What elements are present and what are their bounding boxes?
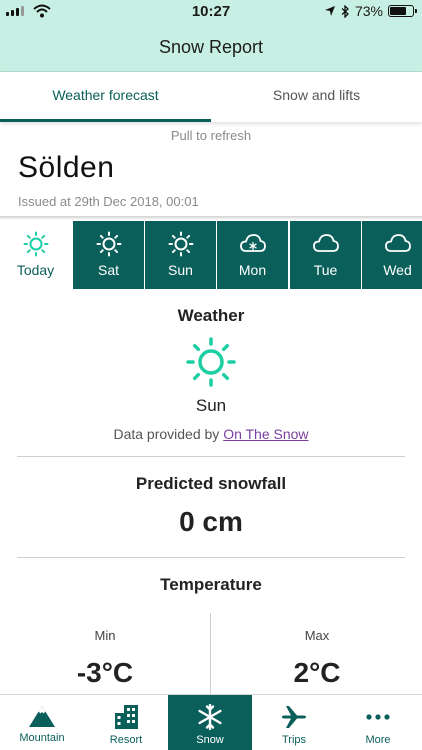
weather-condition: Sun xyxy=(195,396,227,415)
bottom-tab-label: Trips xyxy=(281,734,307,746)
bottom-tab-trips[interactable]: Trips xyxy=(252,695,336,750)
day-selector: Today Sat Sun Mon Tue Wed xyxy=(0,221,422,289)
day-label: Tue xyxy=(313,262,338,278)
snowfall-value: 0 cm xyxy=(179,506,243,537)
page-title: Snow Report xyxy=(158,37,264,57)
day-today[interactable]: Today xyxy=(0,221,71,289)
bottom-tab-label: Resort xyxy=(109,734,143,746)
sun-icon xyxy=(23,231,48,257)
section-divider xyxy=(17,456,405,457)
day-label: Sat xyxy=(97,262,119,278)
cloud-icon xyxy=(312,234,339,252)
temperature-max: Max 2°C xyxy=(212,614,422,694)
day-wed[interactable]: Wed xyxy=(362,221,422,289)
plane-icon xyxy=(282,706,306,728)
location-arrow-icon xyxy=(324,6,335,16)
section-divider xyxy=(17,557,405,558)
day-sun[interactable]: Sun xyxy=(145,221,216,289)
sun-icon xyxy=(96,231,121,257)
status-bar: 10:27 73% xyxy=(0,0,422,24)
min-label: Min xyxy=(94,628,116,643)
tab-weather-forecast[interactable]: Weather forecast xyxy=(0,72,211,122)
issued-timestamp: Issued at 29th Dec 2018, 00:01 xyxy=(18,194,199,209)
temperature-min: Min -3°C xyxy=(0,614,210,694)
day-label: Mon xyxy=(238,262,267,278)
bottom-tab-label: Snow xyxy=(196,734,224,746)
day-label: Wed xyxy=(383,262,412,278)
day-tue[interactable]: Tue xyxy=(290,221,361,289)
min-value: -3°C xyxy=(76,657,134,688)
resort-name: Sölden xyxy=(18,151,115,184)
max-label: Max xyxy=(304,628,330,643)
pull-to-refresh-hint: Pull to refresh xyxy=(170,128,252,143)
sun-icon xyxy=(168,231,193,257)
header-divider xyxy=(0,216,422,220)
temperature-divider xyxy=(210,613,211,695)
sun-icon xyxy=(186,337,236,387)
building-icon xyxy=(115,705,138,729)
snowfall-title: Predicted snowfall xyxy=(135,474,287,493)
day-label: Sun xyxy=(168,262,193,278)
day-sat[interactable]: Sat xyxy=(73,221,144,289)
bluetooth-icon xyxy=(341,4,349,18)
cloud-icon xyxy=(384,234,411,252)
provider-link[interactable]: On The Snow xyxy=(223,426,308,442)
max-value: 2°C xyxy=(293,657,341,688)
tab-bar: Weather forecast Snow and lifts xyxy=(0,72,422,122)
bottom-tab-bar: Mountain Resort Snow Trips More xyxy=(0,694,422,750)
navigation-bar: Snow Report xyxy=(0,24,422,72)
battery-icon xyxy=(388,5,417,17)
provider-prefix: Data provided by xyxy=(113,426,220,442)
snowflake-icon xyxy=(198,704,222,730)
bottom-tab-label: Mountain xyxy=(19,732,65,744)
mountain-icon xyxy=(29,706,55,727)
more-dots-icon xyxy=(366,714,390,720)
bottom-tab-mountain[interactable]: Mountain xyxy=(0,695,84,750)
temperature-title: Temperature xyxy=(160,575,262,594)
tab-snow-and-lifts[interactable]: Snow and lifts xyxy=(211,72,422,122)
data-provider: Data provided by On The Snow xyxy=(0,426,422,442)
snow-cloud-icon xyxy=(239,234,266,252)
bottom-tab-snow[interactable]: Snow xyxy=(168,695,252,750)
battery-percent: 73% xyxy=(354,3,383,19)
bottom-tab-resort[interactable]: Resort xyxy=(84,695,168,750)
day-label: Today xyxy=(16,262,55,278)
weather-title: Weather xyxy=(177,306,245,325)
bottom-tab-more[interactable]: More xyxy=(336,695,420,750)
day-mon[interactable]: Mon xyxy=(217,221,288,289)
bottom-tab-label: More xyxy=(365,734,391,746)
